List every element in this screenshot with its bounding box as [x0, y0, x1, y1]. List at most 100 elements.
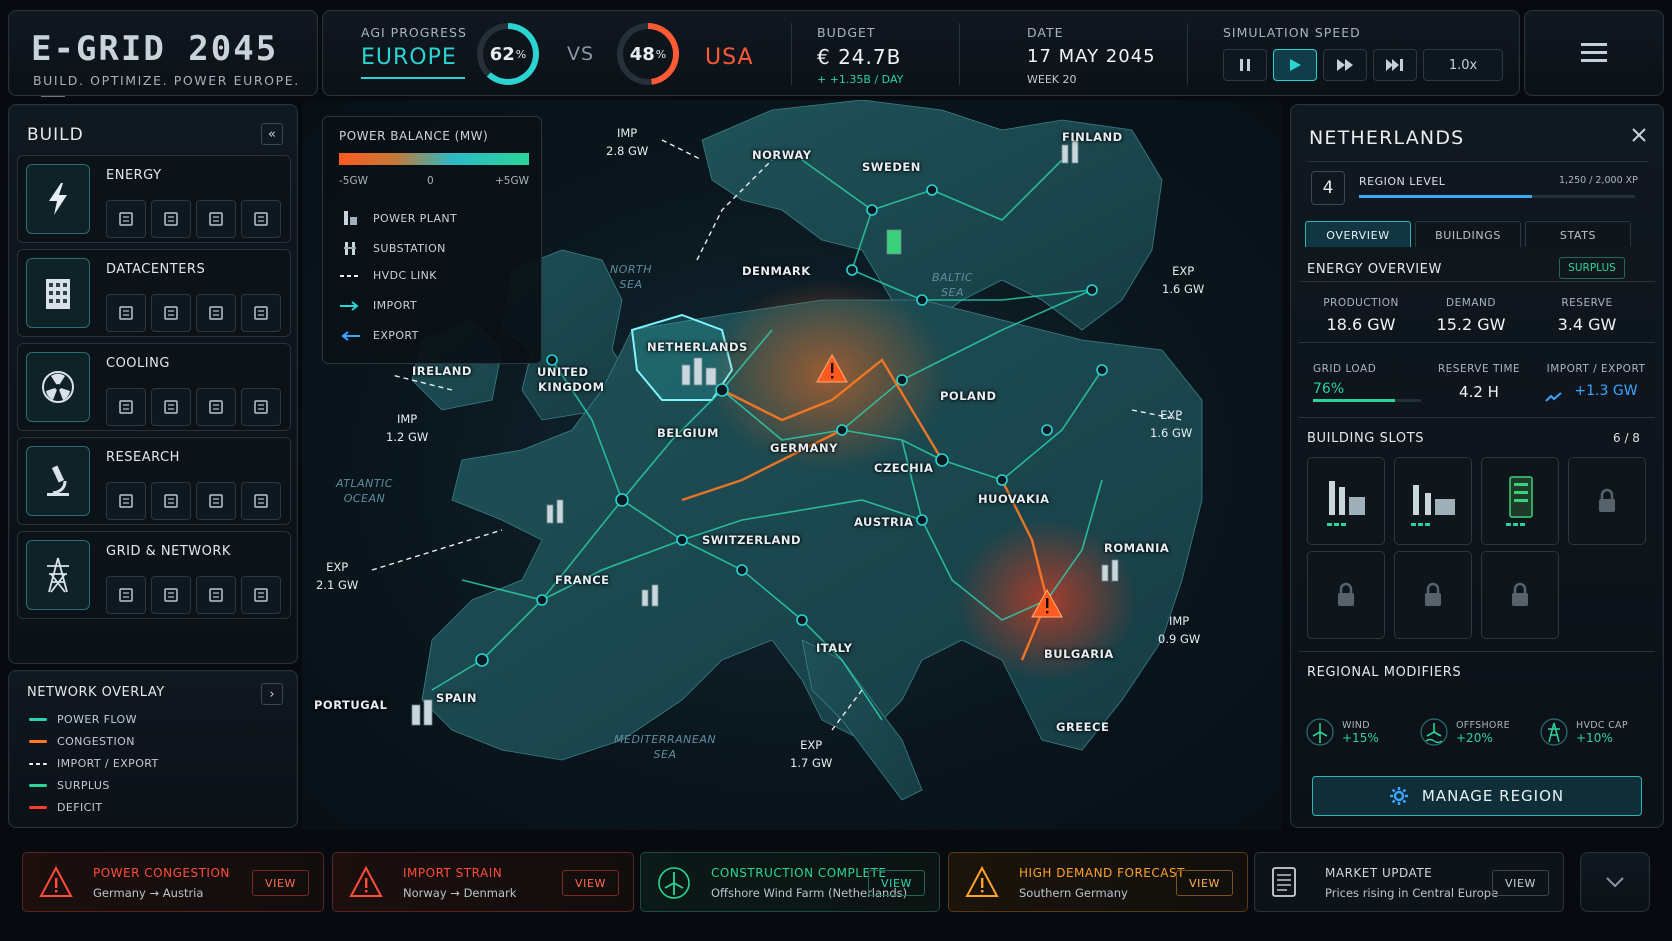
- build-category[interactable]: RESEARCH: [17, 437, 291, 525]
- country-label[interactable]: GREECE: [1056, 720, 1109, 734]
- fastest-forward-button[interactable]: [1373, 49, 1417, 81]
- gear-brain-icon[interactable]: [196, 482, 236, 520]
- alert-view-button[interactable]: VIEW: [252, 870, 309, 896]
- flow-indicator[interactable]: IMP 0.9 GW: [1158, 612, 1200, 648]
- building-slot-datacenter[interactable]: [1481, 457, 1559, 545]
- reserve-label: RESERVE: [1561, 297, 1613, 309]
- alert-view-button[interactable]: VIEW: [1176, 870, 1233, 896]
- country-label[interactable]: IRELAND: [412, 364, 472, 378]
- building-slot-locked[interactable]: [1568, 457, 1646, 545]
- menu-button[interactable]: [1524, 10, 1664, 96]
- solar-panel-icon[interactable]: [151, 200, 191, 238]
- country-label[interactable]: DENMARK: [742, 264, 811, 278]
- tab-buildings[interactable]: BUILDINGS: [1415, 221, 1521, 249]
- flow-indicator[interactable]: EXP 1.7 GW: [790, 736, 832, 772]
- tab-stats[interactable]: STATS: [1525, 221, 1631, 249]
- country-label[interactable]: BULGARIA: [1044, 647, 1114, 661]
- build-category[interactable]: ENERGY: [17, 155, 291, 243]
- build-category[interactable]: DATACENTERS: [17, 249, 291, 337]
- play-button[interactable]: [1273, 49, 1317, 81]
- manage-region-button[interactable]: MANAGE REGION: [1312, 776, 1642, 816]
- flow-indicator[interactable]: EXP 1.6 GW: [1162, 262, 1204, 298]
- expand-overlay-button[interactable]: ›: [261, 683, 283, 705]
- country-label[interactable]: SPAIN: [436, 691, 477, 705]
- country-label[interactable]: FINLAND: [1062, 130, 1123, 144]
- transmission-tower-icon[interactable]: [106, 576, 146, 614]
- alert-view-button[interactable]: VIEW: [562, 870, 619, 896]
- double-chevron-left-icon: «: [268, 126, 276, 142]
- pause-button[interactable]: [1223, 49, 1267, 81]
- country-label[interactable]: FRANCE: [555, 573, 610, 587]
- collapse-build-button[interactable]: «: [261, 123, 283, 145]
- building-slot-substation[interactable]: [1394, 457, 1472, 545]
- country-label[interactable]: PORTUGAL: [314, 698, 387, 712]
- country-label[interactable]: NETHERLANDS: [647, 340, 748, 354]
- network-node-icon[interactable]: [241, 576, 281, 614]
- server-block-icon[interactable]: [151, 294, 191, 332]
- pylon-icon[interactable]: [26, 540, 90, 610]
- flow-indicator[interactable]: EXP 2.1 GW: [316, 558, 358, 594]
- snowflake-icon[interactable]: [196, 388, 236, 426]
- alert-card[interactable]: IMPORT STRAIN Norway → Denmark VIEW: [332, 852, 634, 912]
- alert-card[interactable]: MARKET UPDATE Prices rising in Central Eu…: [1254, 852, 1564, 912]
- power-plant-icon[interactable]: [196, 200, 236, 238]
- overlay-legend-item[interactable]: SURPLUS: [29, 779, 110, 792]
- country-label[interactable]: BELGIUM: [657, 426, 719, 440]
- tab-overview[interactable]: OVERVIEW: [1305, 221, 1411, 249]
- building-slot-locked[interactable]: [1394, 551, 1472, 639]
- microscope-icon[interactable]: [26, 446, 90, 516]
- datacenter-icon[interactable]: [26, 258, 90, 328]
- country-label[interactable]: ITALY: [816, 641, 853, 655]
- country-label[interactable]: ROMANIA: [1104, 541, 1169, 555]
- graduation-cap-icon[interactable]: [241, 482, 281, 520]
- flow-indicator[interactable]: IMP 1.2 GW: [386, 410, 428, 446]
- alerts-toggle-button[interactable]: [1580, 852, 1650, 912]
- close-region-button[interactable]: [1631, 127, 1647, 147]
- alert-card[interactable]: POWER CONGESTION Germany → Austria VIEW: [22, 852, 324, 912]
- satellite-dish-icon[interactable]: [196, 576, 236, 614]
- server-rack-icon[interactable]: [106, 294, 146, 332]
- fast-forward-button[interactable]: [1323, 49, 1367, 81]
- alert-card[interactable]: CONSTRUCTION COMPLETE Offshore Wind Farm …: [640, 852, 940, 912]
- cooling-tower-icon[interactable]: [106, 388, 146, 426]
- build-category[interactable]: GRID & NETWORK: [17, 531, 291, 619]
- country-label[interactable]: SWITZERLAND: [702, 533, 801, 547]
- build-category[interactable]: COOLING: [17, 343, 291, 431]
- flow-indicator[interactable]: EXP 1.6 GW: [1150, 406, 1192, 442]
- country-label[interactable]: SWEDEN: [862, 160, 921, 174]
- wind-turbine-icon[interactable]: [106, 200, 146, 238]
- fan-icon[interactable]: [151, 388, 191, 426]
- battery-icon[interactable]: [241, 200, 281, 238]
- overlay-legend-item[interactable]: POWER FLOW: [29, 713, 137, 726]
- alert-card[interactable]: HIGH DEMAND FORECAST Southern Germany VIEW: [948, 852, 1248, 912]
- building-slot-locked[interactable]: [1307, 551, 1385, 639]
- fan-icon[interactable]: [26, 352, 90, 422]
- modifier-wind: WIND +15%: [1306, 718, 1379, 746]
- country-label[interactable]: HUOVAKIA: [978, 492, 1050, 506]
- country-label[interactable]: UNITED: [537, 365, 589, 379]
- country-label[interactable]: POLAND: [940, 389, 997, 403]
- chip-icon[interactable]: [106, 482, 146, 520]
- alert-view-button[interactable]: VIEW: [1492, 870, 1549, 896]
- alert-view-button[interactable]: VIEW: [868, 870, 925, 896]
- speed-value[interactable]: 1.0x: [1423, 49, 1503, 81]
- server-cube-icon[interactable]: [241, 294, 281, 332]
- water-drop-icon[interactable]: [241, 388, 281, 426]
- overlay-legend-item[interactable]: IMPORT / EXPORT: [29, 757, 159, 770]
- country-label[interactable]: AUSTRIA: [854, 515, 914, 529]
- country-label[interactable]: NORWAY: [752, 148, 812, 162]
- overlay-legend-item[interactable]: DEFICIT: [29, 801, 102, 814]
- modifier-label: OFFSHORE: [1456, 719, 1510, 731]
- building-slot-power-plant[interactable]: [1307, 457, 1385, 545]
- country-label[interactable]: GERMANY: [770, 441, 838, 455]
- substation-icon[interactable]: [151, 576, 191, 614]
- country-label[interactable]: KINGDOM: [538, 380, 605, 394]
- flask-icon[interactable]: [151, 482, 191, 520]
- country-label[interactable]: CZECHIA: [874, 461, 933, 475]
- server-tower-icon[interactable]: [196, 294, 236, 332]
- overlay-legend-item[interactable]: CONGESTION: [29, 735, 135, 748]
- lightning-icon[interactable]: [26, 164, 90, 234]
- build-category-label: GRID & NETWORK: [106, 544, 231, 559]
- building-slot-locked[interactable]: [1481, 551, 1559, 639]
- flow-indicator[interactable]: IMP 2.8 GW: [606, 124, 648, 160]
